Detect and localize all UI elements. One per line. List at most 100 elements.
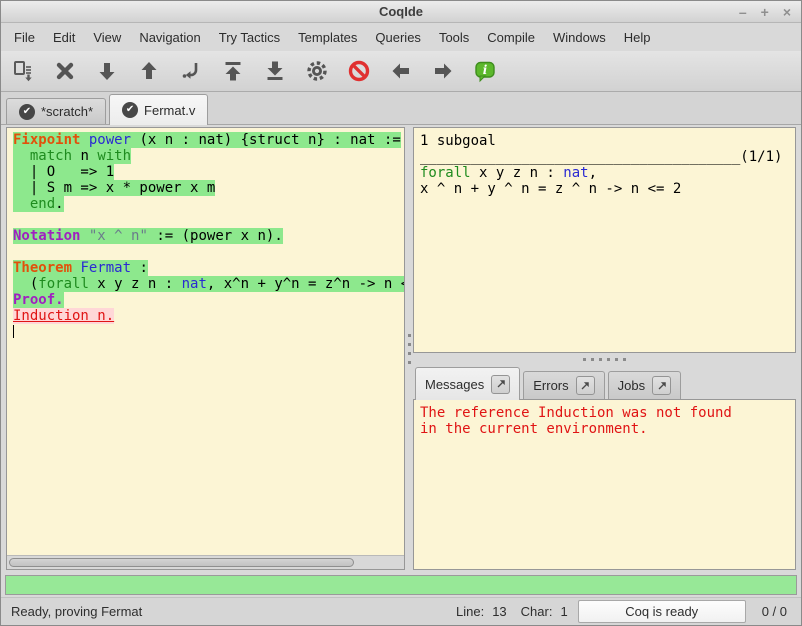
menu-windows[interactable]: Windows — [544, 26, 615, 49]
arrow-down-bar-icon — [263, 59, 287, 83]
preferences-button[interactable] — [303, 57, 331, 85]
tab-jobs[interactable]: Jobs — [608, 371, 681, 399]
code-line: x ^ n + y ^ n = z ^ n -> n <= 2 — [420, 181, 795, 197]
menu-help[interactable]: Help — [615, 26, 660, 49]
document-down-arrow-icon — [11, 59, 35, 83]
detach-arrow-icon — [579, 380, 591, 392]
coq-status-field: Coq is ready — [578, 600, 746, 623]
char-label: Char: — [521, 604, 553, 619]
code-editor[interactable]: Fixpoint power (x n : nat) {struct n} : … — [7, 128, 404, 555]
tab-fermat[interactable]: ✔ Fermat.v — [109, 94, 208, 125]
code-line: ______________________________________(1… — [420, 149, 795, 165]
document-tab-strip: ✔ *scratch* ✔ Fermat.v — [1, 92, 801, 125]
progress-bar-wrap — [1, 573, 801, 597]
menu-templates[interactable]: Templates — [289, 26, 366, 49]
forward-button[interactable] — [93, 57, 121, 85]
scrollbar-thumb[interactable] — [9, 558, 354, 567]
menu-bar: File Edit View Navigation Try Tactics Te… — [1, 23, 801, 51]
main-area: Fixpoint power (x n : nat) {struct n} : … — [1, 125, 801, 573]
code-line: The reference Induction was not found — [420, 405, 795, 421]
code-line: forall x y z n : nat, — [420, 165, 795, 181]
go-to-cursor-button[interactable] — [177, 57, 205, 85]
close-icon[interactable]: × — [783, 5, 791, 19]
feedback-notebook: Messages Errors — [413, 365, 796, 570]
code-line: match n with — [13, 148, 404, 164]
menu-file[interactable]: File — [5, 26, 44, 49]
menu-compile[interactable]: Compile — [478, 26, 544, 49]
line-label: Line: — [456, 604, 484, 619]
progress-bar — [5, 575, 797, 595]
script-editor-pane: Fixpoint power (x n : nat) {struct n} : … — [6, 127, 405, 570]
go-to-start-button[interactable] — [219, 57, 247, 85]
code-line: end. — [13, 196, 404, 212]
about-button[interactable]: i — [471, 57, 499, 85]
horizontal-splitter[interactable] — [413, 353, 796, 365]
tab-check-icon: ✔ — [19, 104, 35, 120]
code-line: | O => 1 — [13, 164, 404, 180]
code-line: Proof. — [13, 292, 404, 308]
tab-label: Messages — [425, 377, 484, 392]
vertical-splitter[interactable] — [405, 127, 413, 570]
info-bubble-icon: i — [473, 59, 497, 83]
code-line: (forall x y z n : nat, x^n + y^n = z^n -… — [13, 276, 404, 292]
go-to-cursor-icon — [179, 59, 203, 83]
detach-jobs-button[interactable] — [652, 376, 671, 395]
code-line — [13, 212, 404, 228]
menu-view[interactable]: View — [84, 26, 130, 49]
maximize-icon[interactable]: + — [761, 5, 769, 19]
no-entry-icon — [347, 59, 371, 83]
toolbar: i — [1, 51, 801, 92]
next-button[interactable] — [429, 57, 457, 85]
arrow-up-bar-icon — [221, 59, 245, 83]
previous-button[interactable] — [387, 57, 415, 85]
text-cursor — [13, 325, 14, 338]
tab-messages[interactable]: Messages — [415, 367, 520, 400]
close-buffer-button[interactable] — [51, 57, 79, 85]
window-controls: – + × — [739, 5, 801, 19]
tab-label: Fermat.v — [144, 103, 195, 118]
menu-try-tactics[interactable]: Try Tactics — [210, 26, 289, 49]
line-value: 13 — [492, 604, 506, 619]
close-x-icon — [53, 59, 77, 83]
detach-arrow-icon — [656, 380, 668, 392]
detach-arrow-icon — [495, 378, 507, 390]
code-line: Induction n. — [13, 308, 404, 324]
title-bar[interactable]: CoqIde – + × — [1, 1, 801, 23]
code-line: Fixpoint power (x n : nat) {struct n} : … — [13, 132, 404, 148]
feedback-tab-strip: Messages Errors — [413, 365, 796, 399]
arrow-up-icon — [137, 59, 161, 83]
code-line: Notation "x ^ n" := (power x n). — [13, 228, 404, 244]
char-value: 1 — [560, 604, 567, 619]
go-to-end-button[interactable] — [261, 57, 289, 85]
detach-messages-button[interactable] — [491, 375, 510, 394]
arrow-down-icon — [95, 59, 119, 83]
code-line — [13, 324, 404, 340]
messages-panel: The reference Induction was not foundin … — [413, 399, 796, 570]
code-line: in the current environment. — [420, 421, 795, 437]
code-line: | S m => x * power x m — [13, 180, 404, 196]
window-title: CoqIde — [1, 4, 801, 19]
interrupt-button[interactable] — [345, 57, 373, 85]
menu-queries[interactable]: Queries — [366, 26, 430, 49]
menu-edit[interactable]: Edit — [44, 26, 84, 49]
tab-check-icon: ✔ — [122, 102, 138, 118]
save-button[interactable] — [9, 57, 37, 85]
job-counter: 0 / 0 — [762, 604, 787, 619]
editor-horizontal-scrollbar[interactable] — [7, 555, 404, 569]
tab-label: *scratch* — [41, 104, 93, 119]
status-message: Ready, proving Fermat — [11, 604, 142, 619]
svg-text:i: i — [483, 63, 488, 77]
code-line: 1 subgoal — [420, 133, 795, 149]
code-line — [13, 244, 404, 260]
tab-errors[interactable]: Errors — [523, 371, 604, 399]
menu-navigation[interactable]: Navigation — [130, 26, 209, 49]
tab-scratch[interactable]: ✔ *scratch* — [6, 98, 106, 124]
menu-tools[interactable]: Tools — [430, 26, 478, 49]
status-right-group: Line: 13 Char: 1 Coq is ready 0 / 0 — [442, 600, 791, 623]
minimize-icon[interactable]: – — [739, 5, 747, 19]
backward-button[interactable] — [135, 57, 163, 85]
tab-label: Jobs — [618, 378, 645, 393]
arrow-right-icon — [431, 59, 455, 83]
code-line: Theorem Fermat : — [13, 260, 404, 276]
detach-errors-button[interactable] — [576, 376, 595, 395]
